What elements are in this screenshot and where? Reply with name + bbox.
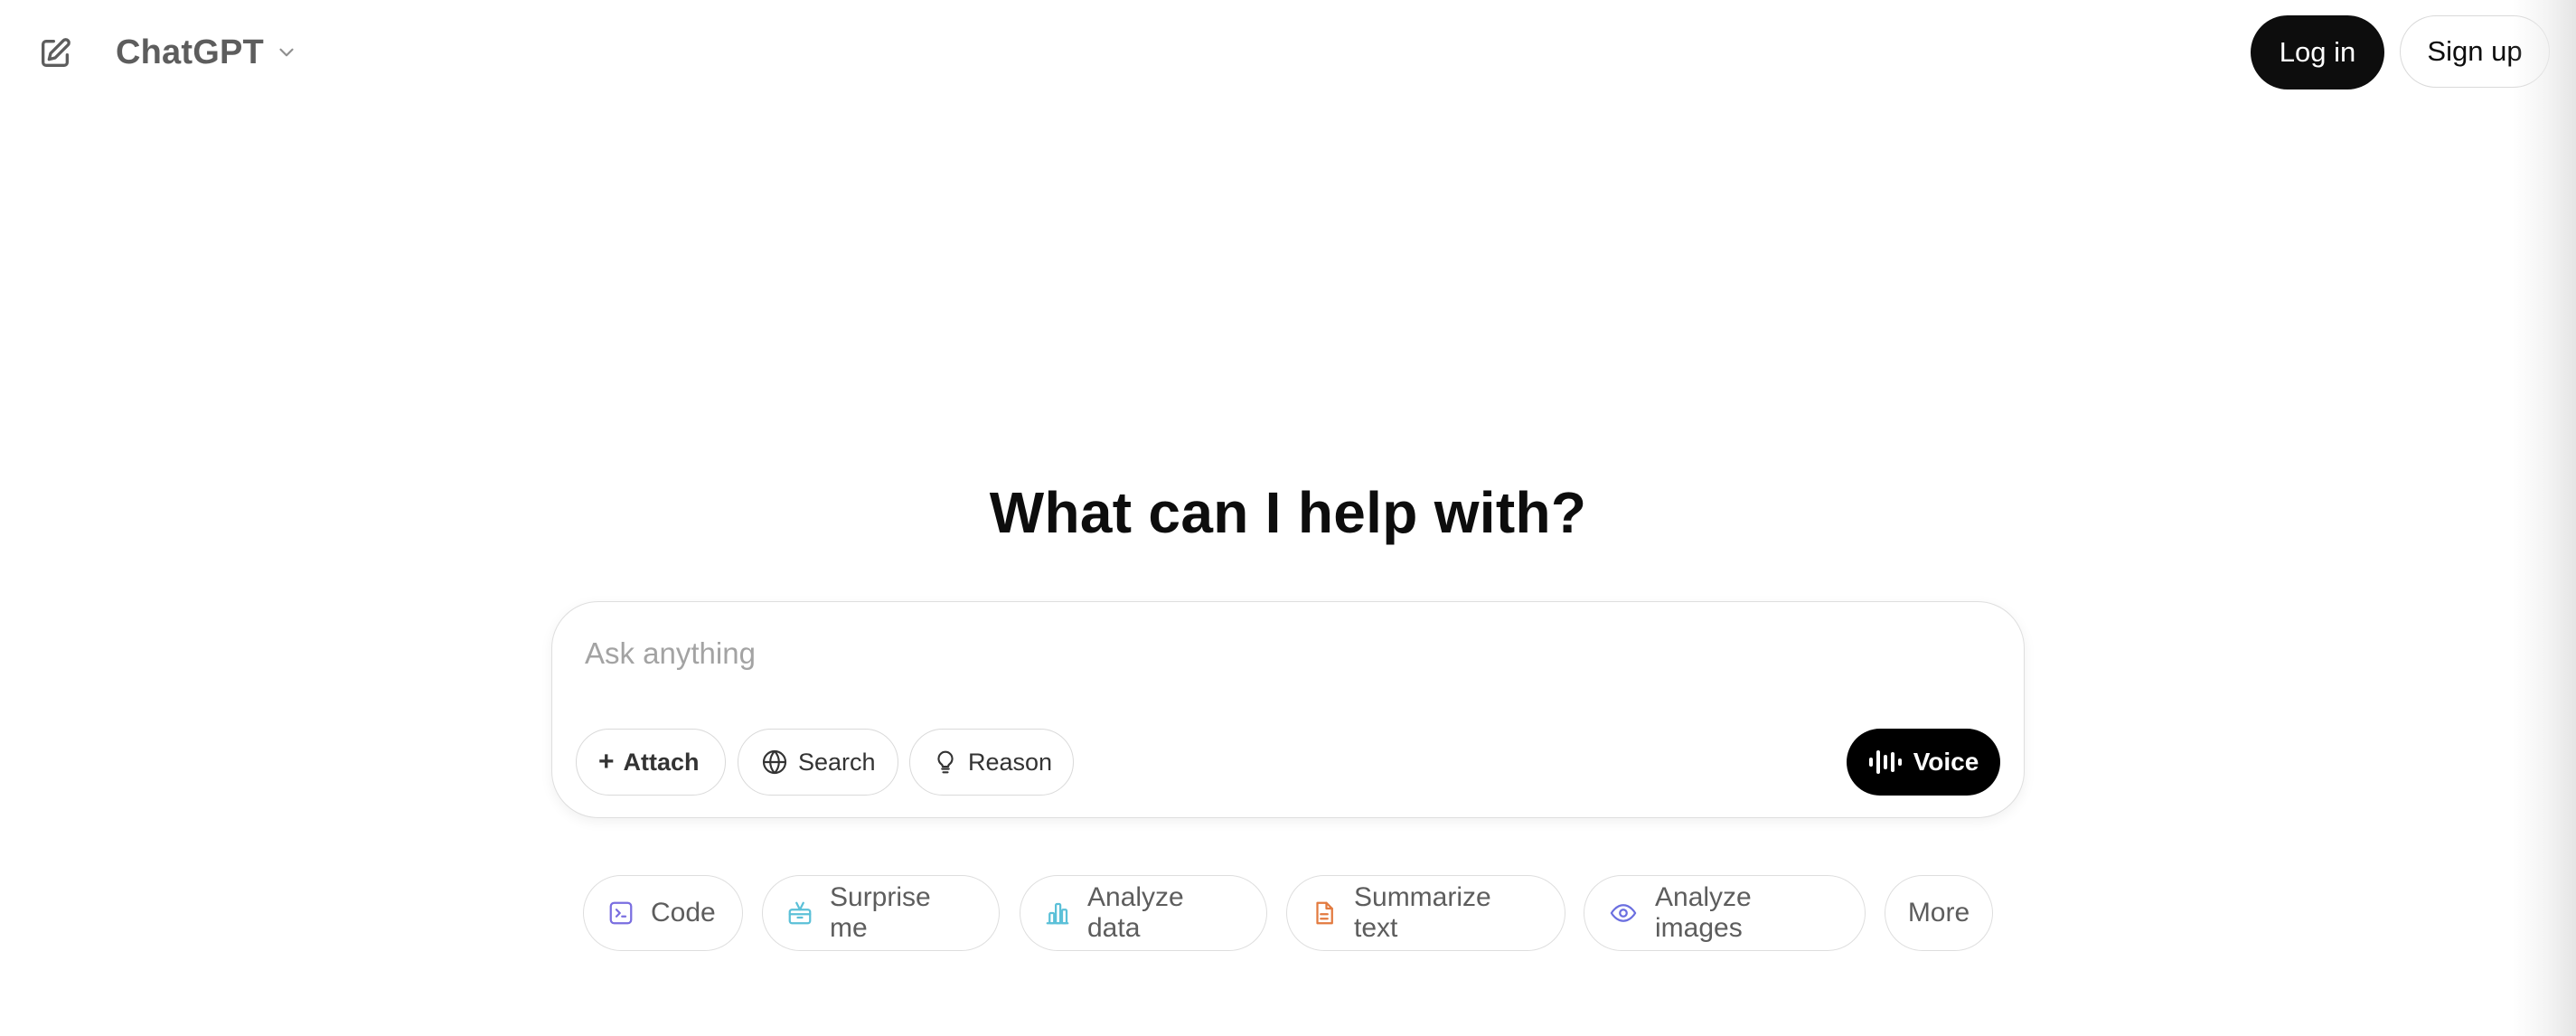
- eye-icon: [1608, 899, 1639, 927]
- suggestion-summarize-text[interactable]: Summarize text: [1286, 875, 1565, 951]
- suggestion-analyze-images[interactable]: Analyze images: [1584, 875, 1866, 951]
- reason-button[interactable]: Reason: [909, 729, 1074, 796]
- composer: + Attach Search Reason: [551, 601, 2025, 818]
- plus-icon: +: [598, 747, 615, 777]
- model-selector[interactable]: ChatGPT: [107, 24, 307, 81]
- code-terminal-icon: [607, 899, 635, 927]
- suggestion-label: Summarize text: [1354, 882, 1491, 943]
- new-chat-button[interactable]: [27, 25, 83, 81]
- globe-icon: [760, 748, 789, 777]
- header: ChatGPT Log in Sign up: [0, 0, 2576, 105]
- login-button[interactable]: Log in: [2251, 15, 2384, 89]
- attach-label: Attach: [623, 748, 700, 776]
- lightbulb-icon: [932, 748, 959, 777]
- page-heading: What can I help with?: [989, 480, 1587, 545]
- signup-button[interactable]: Sign up: [2400, 15, 2550, 88]
- model-name: ChatGPT: [116, 33, 264, 71]
- suggestion-label: Surprise me: [830, 882, 931, 943]
- suggestion-label: Analyze images: [1655, 882, 1752, 943]
- voice-label: Voice: [1913, 748, 1979, 776]
- suggestion-surprise-me[interactable]: Surprise me: [762, 875, 1000, 951]
- search-button[interactable]: Search: [738, 729, 898, 796]
- suggestion-chips: Code Surprise me Analyze data Summarize …: [0, 875, 2576, 951]
- reason-label: Reason: [968, 748, 1053, 776]
- document-icon: [1311, 899, 1338, 927]
- suggestion-more[interactable]: More: [1885, 875, 1993, 951]
- suggestion-code[interactable]: Code: [583, 875, 743, 951]
- suggestion-label: Code: [651, 898, 716, 928]
- voice-waveform-icon: [1868, 748, 1903, 777]
- page: ChatGPT Log in Sign up What can I help w…: [0, 0, 2576, 1036]
- gift-icon: [786, 899, 813, 927]
- suggestion-label: More: [1907, 898, 1970, 928]
- attach-button[interactable]: + Attach: [576, 729, 726, 796]
- search-label: Search: [798, 748, 876, 776]
- bar-chart-icon: [1044, 899, 1071, 927]
- voice-button[interactable]: Voice: [1847, 729, 2000, 796]
- suggestion-analyze-data[interactable]: Analyze data: [1020, 875, 1267, 951]
- chevron-down-icon: [275, 41, 298, 64]
- prompt-input[interactable]: [583, 626, 1979, 682]
- edit-icon: [37, 35, 73, 71]
- suggestion-label: Analyze data: [1087, 882, 1184, 943]
